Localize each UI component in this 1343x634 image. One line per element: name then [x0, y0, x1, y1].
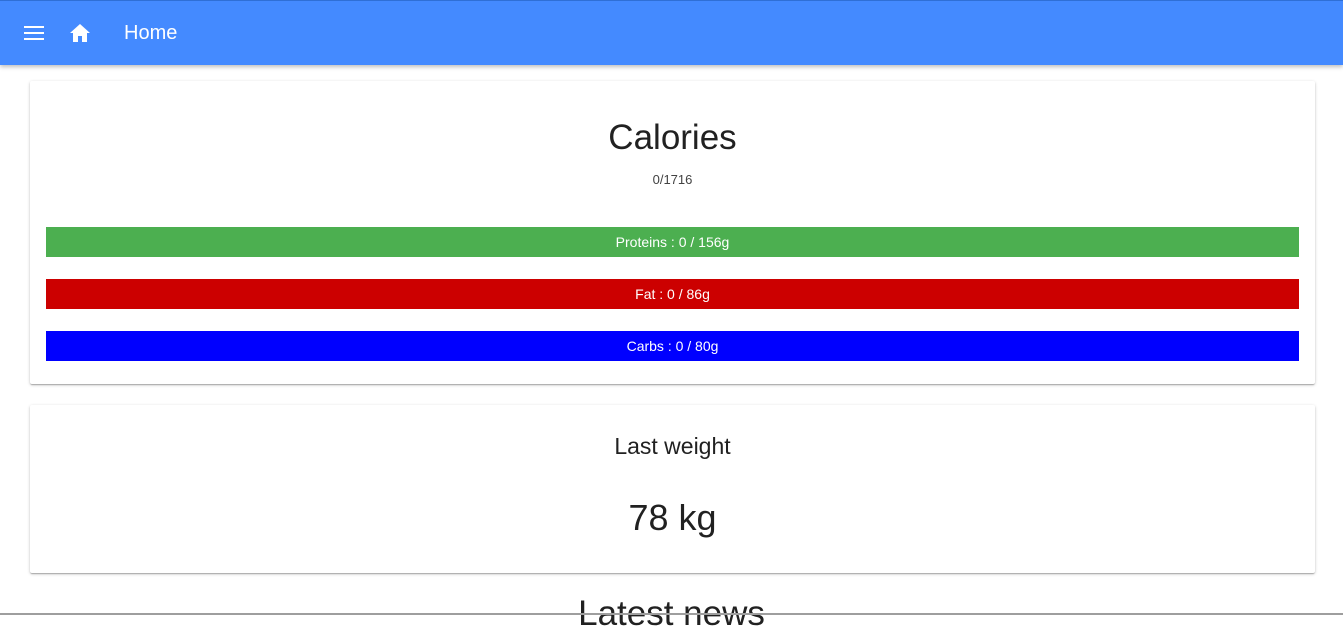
weight-title: Last weight	[614, 433, 731, 459]
fat-label: Fat : 0 / 86g	[635, 286, 710, 302]
calories-title: Calories	[608, 118, 737, 157]
carbs-progress-bar: Carbs : 0 / 80g	[46, 331, 1299, 361]
home-icon[interactable]	[69, 23, 91, 43]
app-bar: Home	[0, 0, 1343, 65]
proteins-progress-bar: Proteins : 0 / 156g	[46, 227, 1299, 257]
calories-value: 0/1716	[652, 172, 693, 187]
weight-value: 78 kg	[628, 497, 717, 538]
fat-progress-bar: Fat : 0 / 86g	[46, 279, 1299, 309]
page-title: Home	[124, 22, 178, 44]
weight-card: Last weight 78 kg	[30, 405, 1315, 573]
carbs-label: Carbs : 0 / 80g	[626, 338, 719, 354]
menu-icon[interactable]	[24, 26, 44, 40]
calories-card: Calories 0/1716 Proteins : 0 / 156g Fat …	[30, 81, 1315, 384]
proteins-label: Proteins : 0 / 156g	[615, 234, 730, 250]
